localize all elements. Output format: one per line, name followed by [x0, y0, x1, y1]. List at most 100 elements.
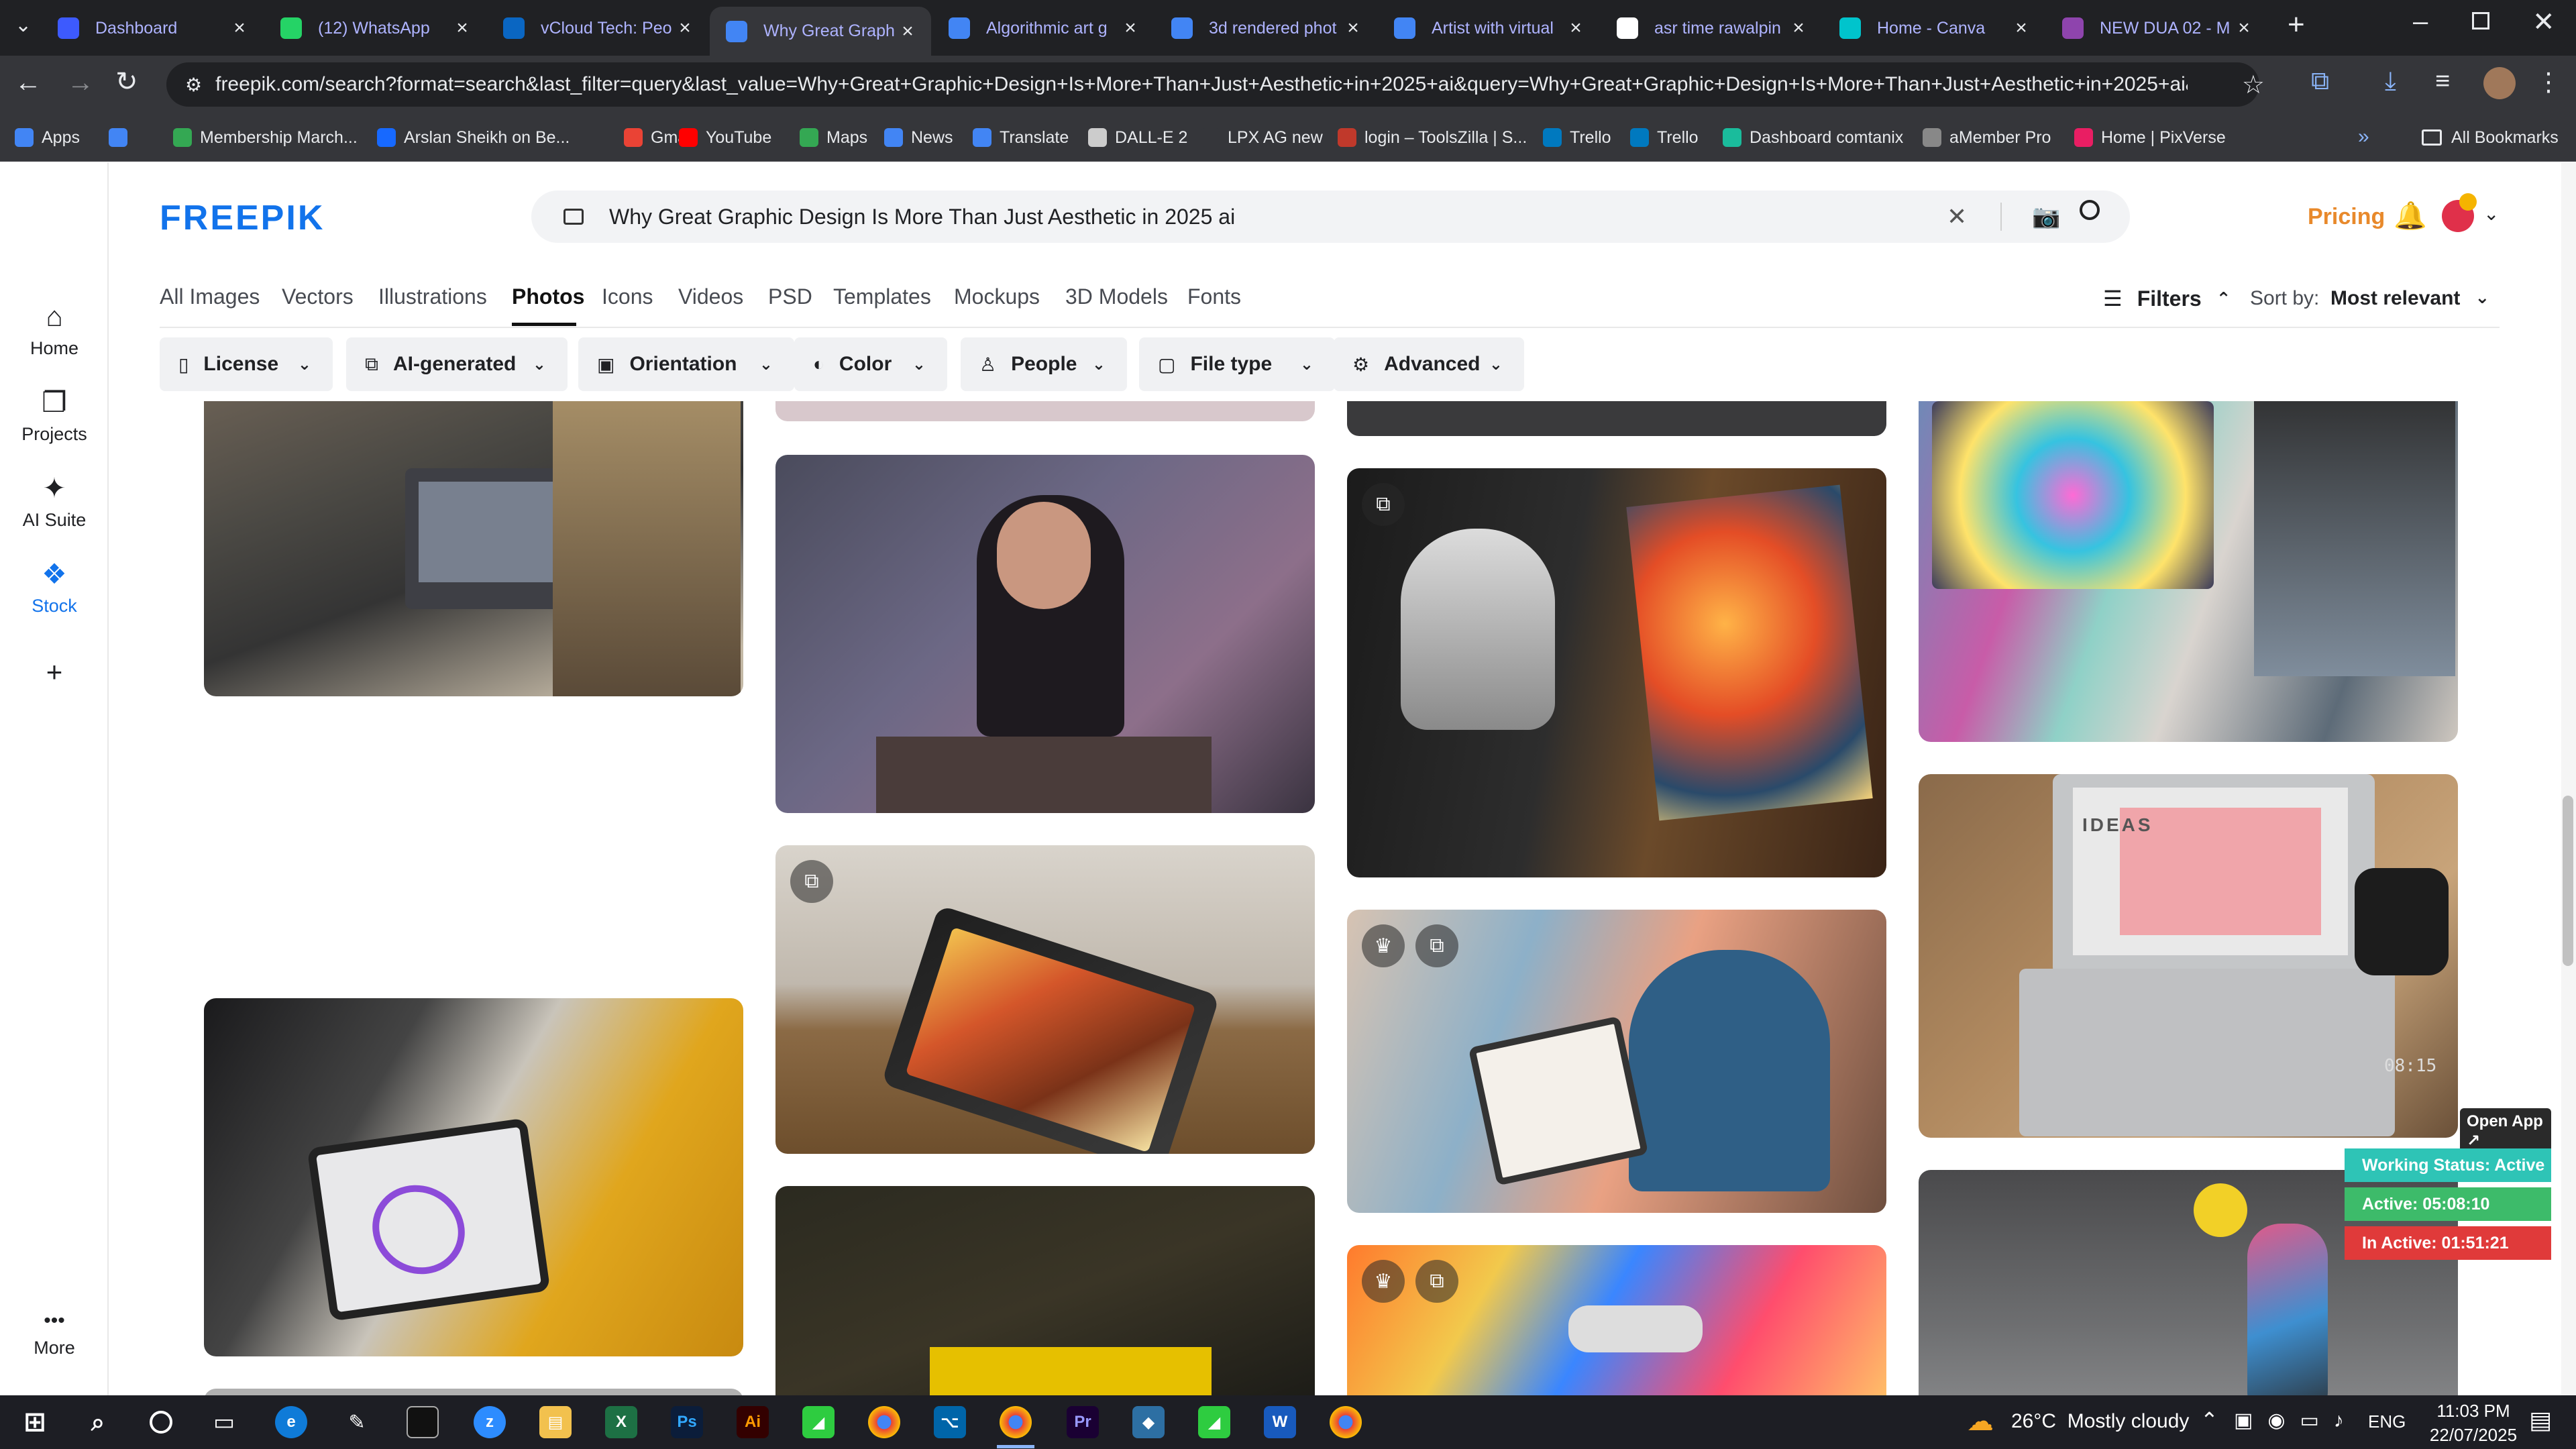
bookmark-item[interactable] [109, 113, 136, 162]
new-tab-button[interactable]: + [2288, 8, 2305, 42]
bookmark-item[interactable]: Trello [1630, 113, 1699, 162]
browser-tab[interactable]: Dashboard × [42, 5, 263, 51]
tab-photos[interactable]: Photos [512, 284, 584, 309]
freepik-logo[interactable]: FREEPIK [160, 198, 325, 238]
rail-item-add[interactable]: + [0, 657, 109, 694]
weather-text[interactable]: 26°C Mostly cloudy [2011, 1410, 2189, 1433]
profile-avatar[interactable] [2483, 67, 2516, 99]
photo-card-ideas-laptop[interactable]: IDEAS 08:15 [1919, 774, 2458, 1138]
tab-all-images[interactable]: All Images [160, 284, 260, 309]
browser-tab[interactable]: Home - Canva × [1823, 5, 2045, 51]
tab-fonts[interactable]: Fonts [1187, 284, 1241, 309]
tab-close-icon[interactable]: × [676, 17, 694, 40]
tab-close-icon[interactable]: × [1344, 17, 1362, 40]
bookmark-item[interactable]: News [884, 113, 953, 162]
bookmark-item[interactable]: Apps [15, 113, 80, 162]
bookmark-item[interactable]: login – ToolsZilla | S... [1338, 113, 1527, 162]
tab-mockups[interactable]: Mockups [954, 284, 1040, 309]
photo-card-woman-digital-painting[interactable]: ♛ ⧉ [1347, 910, 1886, 1213]
rail-item-more[interactable]: ••• More [0, 1311, 109, 1358]
filter-file-type[interactable]: ▢ File type ⌄ [1139, 337, 1335, 391]
bookmark-item[interactable]: Home | PixVerse [2074, 113, 2226, 162]
tab-close-icon[interactable]: × [453, 17, 471, 40]
filter-color[interactable]: ◐ Color ⌄ [794, 337, 947, 391]
browser-tab[interactable]: NEW DUA 02 - M × [2046, 5, 2267, 51]
photo-card-tablet-autumn[interactable]: ⧉ [775, 845, 1315, 1154]
open-app-button[interactable]: Open App ↗ [2460, 1108, 2551, 1155]
zoom-icon[interactable]: z [474, 1406, 506, 1438]
bell-icon[interactable]: 🔔 [2394, 200, 2427, 231]
bookmark-item[interactable]: Translate [973, 113, 1069, 162]
browser-tab[interactable]: 3d rendered phot × [1155, 5, 1377, 51]
clock-date[interactable]: 22/07/2025 [2423, 1425, 2524, 1446]
address-bar[interactable]: ⚙ freepik.com/search?format=search&last_… [166, 62, 2265, 107]
photo-card-woman-computer-art[interactable] [1919, 401, 2458, 742]
photo-card-dark-desk[interactable] [775, 1186, 1315, 1395]
rail-item-home[interactable]: ⌂ Home [0, 302, 109, 359]
chrome-icon-2[interactable] [1330, 1406, 1362, 1438]
tab-close-icon[interactable]: × [899, 20, 916, 43]
chrome-active-icon[interactable] [1000, 1406, 1032, 1438]
premiere-icon[interactable]: Pr [1067, 1406, 1099, 1438]
bookmark-item[interactable]: Membership March... [173, 113, 358, 162]
photoshop-icon[interactable]: Ps [671, 1406, 703, 1438]
browser-tab[interactable]: Artist with virtual × [1378, 5, 1599, 51]
photo-card-partial-laptop[interactable] [1347, 401, 1886, 436]
tab-templates[interactable]: Templates [833, 284, 931, 309]
rail-item-projects[interactable]: ❐ Projects [0, 388, 109, 445]
tab-vectors[interactable]: Vectors [282, 284, 354, 309]
restore-button[interactable] [2472, 12, 2489, 30]
more-bookmarks-icon[interactable]: » [2358, 125, 2369, 148]
bookmark-item[interactable]: Dashboard comtanix [1723, 113, 1903, 162]
notifications-icon[interactable]: ▤ [2529, 1406, 2552, 1434]
edge-icon[interactable]: e [275, 1406, 307, 1438]
search-taskbar-icon[interactable]: ⌕ [82, 1406, 114, 1438]
bookmark-item[interactable]: YouTube [679, 113, 771, 162]
search-bar[interactable]: Why Great Graphic Design Is More Than Ju… [531, 191, 2130, 243]
extensions-icon[interactable]: ⧉ [2311, 67, 2329, 96]
bookmark-item[interactable]: Trello [1543, 113, 1611, 162]
tab-close-icon[interactable]: × [1567, 17, 1585, 40]
green-app-icon-2[interactable]: ◢ [1198, 1406, 1230, 1438]
terminal-icon[interactable] [407, 1406, 439, 1438]
blue-app-icon[interactable]: ◆ [1132, 1406, 1165, 1438]
green-app-icon[interactable]: ◢ [802, 1406, 835, 1438]
windows-start-icon[interactable]: ⊞ [19, 1406, 51, 1438]
downloads-icon[interactable]: ⤓ [2385, 67, 2396, 96]
browser-tab[interactable]: asr time rawalpin × [1601, 5, 1822, 51]
minimize-button[interactable]: – [2413, 7, 2428, 37]
tray-icons[interactable]: ▣◉▭♪ [2234, 1409, 2359, 1432]
tab-3d-models[interactable]: 3D Models [1065, 284, 1168, 309]
photo-card-partial-top[interactable] [775, 401, 1315, 421]
photo-card-robot-painter[interactable]: ⧉ [1347, 468, 1886, 877]
filter-people[interactable]: ♙ People ⌄ [961, 337, 1127, 391]
tab-videos[interactable]: Videos [678, 284, 743, 309]
pen-tool-icon[interactable]: ✎ [341, 1406, 373, 1438]
tab-illustrations[interactable]: Illustrations [378, 284, 487, 309]
language-indicator[interactable]: ENG [2368, 1411, 2406, 1432]
excel-icon[interactable]: X [605, 1406, 637, 1438]
tab-close-icon[interactable]: × [1790, 17, 1807, 40]
close-window-button[interactable]: ✕ [2532, 7, 2555, 38]
vscode-icon[interactable]: ⌥ [934, 1406, 966, 1438]
cortana-icon[interactable] [145, 1406, 177, 1438]
all-bookmarks-folder[interactable]: All Bookmarks [2422, 113, 2559, 162]
account-chevron-icon[interactable]: ⌄ [2483, 203, 2499, 225]
search-icon[interactable] [2080, 200, 2100, 220]
search-input[interactable]: Why Great Graphic Design Is More Than Ju… [609, 205, 1235, 229]
filter-license[interactable]: ▯ License ⌄ [160, 337, 333, 391]
photo-card-3d-modeling-laptop[interactable] [204, 401, 743, 696]
photo-card-vr-colorful[interactable]: ♛ ⧉ [1347, 1245, 1886, 1395]
bookmark-item[interactable]: Maps [800, 113, 867, 162]
rail-item-ai-suite[interactable]: ✦ AI Suite [0, 474, 109, 531]
tab-close-icon[interactable]: × [2235, 17, 2253, 40]
chrome-icon[interactable] [868, 1406, 900, 1438]
media-icon[interactable]: ≡ [2435, 67, 2450, 96]
chrome-menu-icon[interactable]: ⋮ [2536, 67, 2561, 97]
file-explorer-icon[interactable]: ▤ [539, 1406, 572, 1438]
photo-card-tablet-drawing[interactable] [204, 998, 743, 1356]
word-icon[interactable]: W [1264, 1406, 1296, 1438]
illustrator-icon[interactable]: Ai [737, 1406, 769, 1438]
task-view-icon[interactable]: ▭ [208, 1406, 240, 1438]
clear-search-icon[interactable]: ✕ [1947, 203, 1967, 231]
